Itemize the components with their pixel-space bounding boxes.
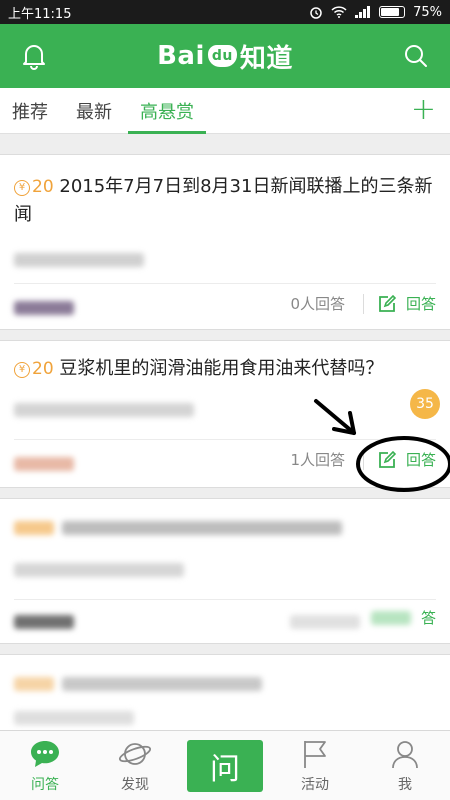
question-title[interactable]: 2015年7月7日到8月31日新闻联播上的三条新闻 xyxy=(14,176,432,225)
nav-me[interactable]: 我 xyxy=(365,737,445,794)
blurred-user xyxy=(14,301,74,315)
nav-qa[interactable]: 问答 xyxy=(5,737,85,794)
chat-bubble-icon xyxy=(28,737,62,771)
blurred-user xyxy=(14,457,74,471)
nav-me-label: 我 xyxy=(398,777,412,793)
bottom-nav: 问答 发现 问 活动 我 xyxy=(0,730,450,800)
nav-qa-label: 问答 xyxy=(31,777,59,793)
question-card[interactable]: ¥20 豆浆机里的润滑油能用食用油来代替吗？ 35 1人回答 回答 xyxy=(0,340,450,492)
coin-icon: ¥ xyxy=(14,362,30,378)
battery-icon xyxy=(379,6,406,18)
question-title-row[interactable]: ¥20 豆浆机里的润滑油能用食用油来代替吗？ xyxy=(14,355,436,383)
baidu-zhidao-logo: Bai du 知道 xyxy=(157,38,293,75)
ask-button[interactable]: 问 xyxy=(187,739,263,792)
status-bar: 上午11:15 75% xyxy=(0,0,450,24)
answer-button-label: 回答 xyxy=(405,295,436,313)
nav-discover-label: 发现 xyxy=(121,777,149,793)
app-header: Bai du 知道 xyxy=(0,24,450,88)
answer-count: 0人回答 xyxy=(290,295,345,313)
nav-discover[interactable]: 发现 xyxy=(95,737,175,794)
blurred-title xyxy=(14,677,54,691)
blurred-preview xyxy=(14,711,134,725)
question-card[interactable]: 答 xyxy=(0,498,450,644)
divider xyxy=(14,599,436,600)
blurred-edit-icon xyxy=(370,610,411,625)
logo-paw: du xyxy=(207,45,237,67)
tab-recommended[interactable]: 推荐 xyxy=(12,88,48,134)
nav-ask[interactable]: 问 xyxy=(185,739,265,792)
question-meta: 0人回答 回答 xyxy=(290,293,436,314)
question-card[interactable]: ¥20 2015年7月7日到8月31日新闻联播上的三条新闻 0人回答 回答 xyxy=(0,154,450,330)
user-icon xyxy=(388,737,422,771)
divider xyxy=(14,283,436,284)
blurred-user xyxy=(14,615,74,629)
flag-icon xyxy=(298,737,332,771)
answer-count: 1人回答 xyxy=(290,451,345,469)
answer-button[interactable]: 答 xyxy=(370,607,436,628)
battery-percent: 75% xyxy=(413,4,442,20)
blurred-preview xyxy=(14,403,194,417)
question-title[interactable]: 豆浆机里的润滑油能用食用油来代替吗？ xyxy=(59,358,383,379)
reward-amount: 20 xyxy=(32,359,54,379)
annotation-circle xyxy=(356,436,450,492)
status-time: 上午11:15 xyxy=(8,6,72,22)
blurred-title xyxy=(14,521,54,535)
tab-latest[interactable]: 最新 xyxy=(76,88,112,134)
nav-activity-label: 活动 xyxy=(301,777,329,793)
blurred-title xyxy=(62,521,342,535)
coin-icon: ¥ xyxy=(14,180,30,196)
logo-suffix: 知道 xyxy=(239,43,293,74)
add-category-button[interactable]: + xyxy=(411,95,436,125)
question-card[interactable] xyxy=(0,654,450,730)
alarm-clock-icon xyxy=(310,7,322,19)
question-meta: 答 xyxy=(370,607,436,628)
notification-badge[interactable]: 35 xyxy=(410,389,440,419)
meta-separator xyxy=(362,293,364,314)
planet-icon xyxy=(118,737,152,771)
edit-icon xyxy=(379,294,396,312)
logo-prefix: Bai xyxy=(157,41,205,71)
blurred-preview xyxy=(14,253,144,267)
blurred-answer-count xyxy=(290,615,360,629)
blurred-preview xyxy=(14,563,184,577)
blurred-title xyxy=(62,677,262,691)
nav-activity[interactable]: 活动 xyxy=(275,737,355,794)
signal-icon xyxy=(355,6,371,18)
answer-button-label: 答 xyxy=(420,609,436,627)
tab-high-reward[interactable]: 高悬赏 xyxy=(128,88,206,134)
question-feed[interactable]: ¥20 2015年7月7日到8月31日新闻联播上的三条新闻 0人回答 回答 ¥2… xyxy=(0,134,450,730)
search-icon[interactable] xyxy=(400,40,432,72)
question-title-row[interactable]: ¥20 2015年7月7日到8月31日新闻联播上的三条新闻 xyxy=(14,173,436,229)
bell-icon[interactable] xyxy=(18,40,50,72)
wifi-icon xyxy=(331,6,347,18)
category-tabs: 推荐 最新 高悬赏 + xyxy=(0,88,450,134)
answer-button[interactable]: 回答 xyxy=(378,293,436,314)
reward-amount: 20 xyxy=(32,177,54,197)
